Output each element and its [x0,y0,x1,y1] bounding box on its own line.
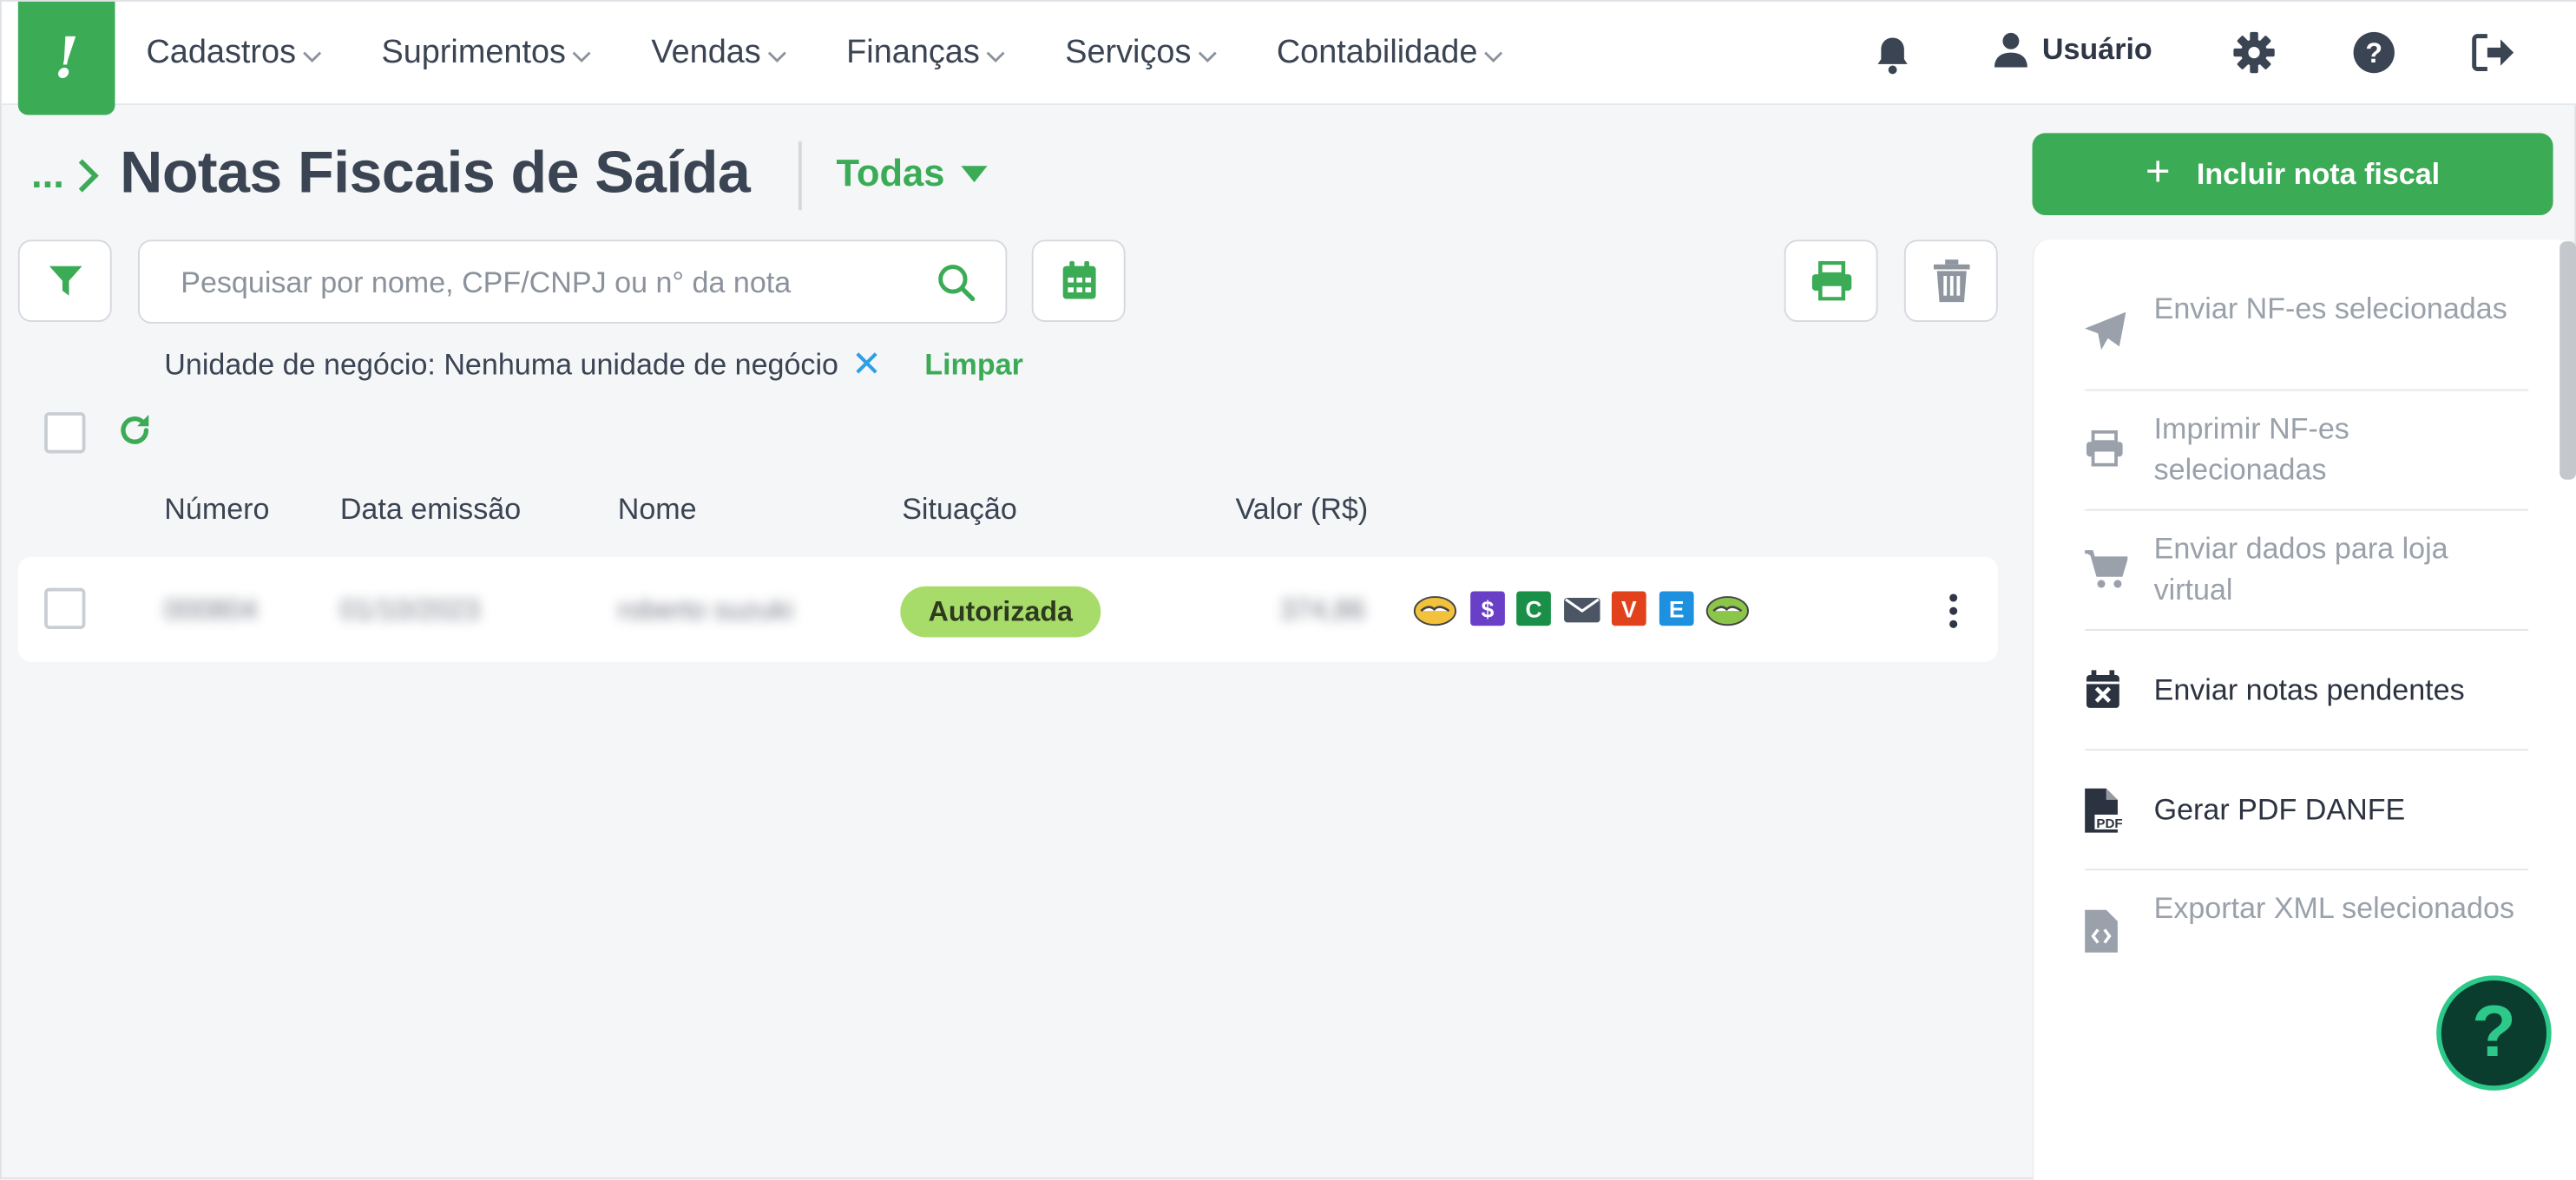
action-label: Enviar dados para loja virtual [2153,532,2448,606]
column-header-valor[interactable]: Valor (R$) [1235,493,1368,528]
action-send-pending[interactable]: Enviar notas pendentes [2085,631,2529,751]
page-title: Notas Fiscais de Saída [120,138,751,206]
action-label: Imprimir NF-es selecionadas [2153,412,2349,487]
cell-valor: 374,86 [1279,594,1365,626]
chevron-down-icon [573,50,592,62]
search-icon[interactable] [936,263,976,302]
gear-icon[interactable] [2232,31,2275,74]
status-filter-dropdown[interactable]: Todas [836,151,988,195]
pdf-file-icon: PDF [2085,788,2125,833]
menu-label: Serviços [1065,34,1192,71]
logo-glyph: ! [54,25,79,92]
trash-icon [1932,259,1969,303]
code-file-icon [2085,909,2118,953]
active-filter-chip: Unidade de negócio: Nenhuma unidade de n… [164,344,1023,386]
chevron-down-icon [987,50,1006,62]
action-label: Gerar PDF DANFE [2153,793,2406,827]
menu-label: Finanças [846,34,980,71]
add-invoice-button[interactable]: + Incluir nota fiscal [2032,133,2553,215]
breadcrumb-ellipsis: ... [30,153,64,198]
menu-label: Cadastros [146,34,297,71]
user-icon [1994,32,2027,68]
printer-icon [2086,429,2123,467]
row-menu-icon[interactable] [1935,588,1972,634]
action-label: Enviar notas pendentes [2153,673,2465,706]
menu-financas[interactable]: Finanças [846,35,1006,73]
cell-nome: roberto suzuki [617,594,793,626]
print-button[interactable] [1784,239,1878,323]
cell-data-emissao: 01/10/2023 [339,594,480,626]
cell-numero: 000804 [164,594,258,626]
svg-text:?: ? [2365,37,2382,69]
action-send-nfe[interactable]: Enviar NF-es selecionadas [2085,279,2529,391]
main-menu: Cadastros Suprimentos Vendas Finanças Se… [146,2,1562,105]
column-header-data-emissao[interactable]: Data emissão [340,493,521,528]
help-chat-button[interactable]: ? [2436,975,2552,1091]
menu-label: Contabilidade [1276,34,1478,71]
chevron-down-icon [1484,50,1503,62]
logout-icon[interactable] [2471,33,2517,72]
row-checkbox[interactable] [44,587,86,629]
filter-button[interactable] [17,239,112,323]
title-divider [798,141,802,211]
action-export-xml[interactable]: Exportar XML selecionados [2085,870,2528,990]
caret-down-icon [961,165,988,182]
cart-icon [2085,550,2128,588]
status-badge: Autorizada [900,586,1101,638]
funnel-icon [48,266,82,296]
chevron-right-icon [78,159,99,193]
plus-icon: + [2145,146,2171,196]
refresh-icon[interactable] [116,412,153,449]
active-filter-text: Unidade de negócio: Nenhuma unidade de n… [164,347,839,381]
chevron-down-icon [768,50,787,62]
select-all-checkbox[interactable] [44,412,86,454]
menu-label: Vendas [651,34,761,71]
payment-badge[interactable]: $ [1470,591,1505,626]
help-circle-icon[interactable]: ? [2353,31,2395,74]
svg-text:PDF: PDF [2096,816,2122,831]
action-print-nfe[interactable]: Imprimir NF-es selecionadas [2085,391,2529,511]
date-filter-button[interactable] [1031,239,1126,323]
calendar-icon [1061,260,1095,299]
bell-icon[interactable] [1875,35,1911,75]
column-header-numero[interactable]: Número [164,493,269,528]
envelope-icon[interactable] [1564,596,1600,624]
action-label: Exportar XML selecionados [2153,891,2514,925]
printer-icon [1810,260,1851,301]
menu-servicos[interactable]: Serviços [1065,35,1217,73]
clear-filters-link[interactable]: Limpar [924,347,1023,382]
e-badge[interactable]: E [1659,591,1694,626]
action-send-store[interactable]: Enviar dados para loja virtual [2085,511,2529,631]
breadcrumb[interactable]: ... [31,153,101,199]
paper-plane-icon [2085,311,2126,351]
search-box [138,239,1008,324]
chevron-down-icon [1198,50,1217,62]
remove-filter-icon[interactable]: ✕ [851,344,882,386]
v-badge[interactable]: V [1611,591,1646,626]
user-menu[interactable]: Usuário [1993,31,2152,68]
app-window: ! Cadastros Suprimentos Vendas Finanças … [0,0,2576,1180]
action-label: Enviar NF-es selecionadas [2153,292,2507,325]
column-header-nome[interactable]: Nome [618,493,697,528]
menu-vendas[interactable]: Vendas [651,35,787,73]
top-navbar: ! Cadastros Suprimentos Vendas Finanças … [1,1,2576,115]
status-filter-label: Todas [836,151,945,194]
handshake-icon[interactable] [1705,594,1750,627]
search-input[interactable] [181,260,921,305]
menu-suprimentos[interactable]: Suprimentos [381,35,592,73]
action-generate-danfe[interactable]: PDF Gerar PDF DANFE [2085,751,2529,871]
column-header-situacao[interactable]: Situação [902,493,1017,528]
app-logo[interactable]: ! [17,1,115,115]
calendar-x-icon [2086,670,2119,708]
delete-button[interactable] [1903,239,1998,323]
c-badge[interactable]: C [1516,591,1551,626]
menu-label: Suprimentos [381,34,566,71]
add-invoice-label: Incluir nota fiscal [2196,156,2441,190]
chevron-down-icon [303,50,322,62]
handshake-icon[interactable] [1413,594,1457,627]
menu-cadastros[interactable]: Cadastros [146,35,322,73]
menu-contabilidade[interactable]: Contabilidade [1277,35,1504,73]
panel-scrollbar-thumb[interactable] [2560,241,2576,480]
user-name: Usuário [2041,31,2152,65]
